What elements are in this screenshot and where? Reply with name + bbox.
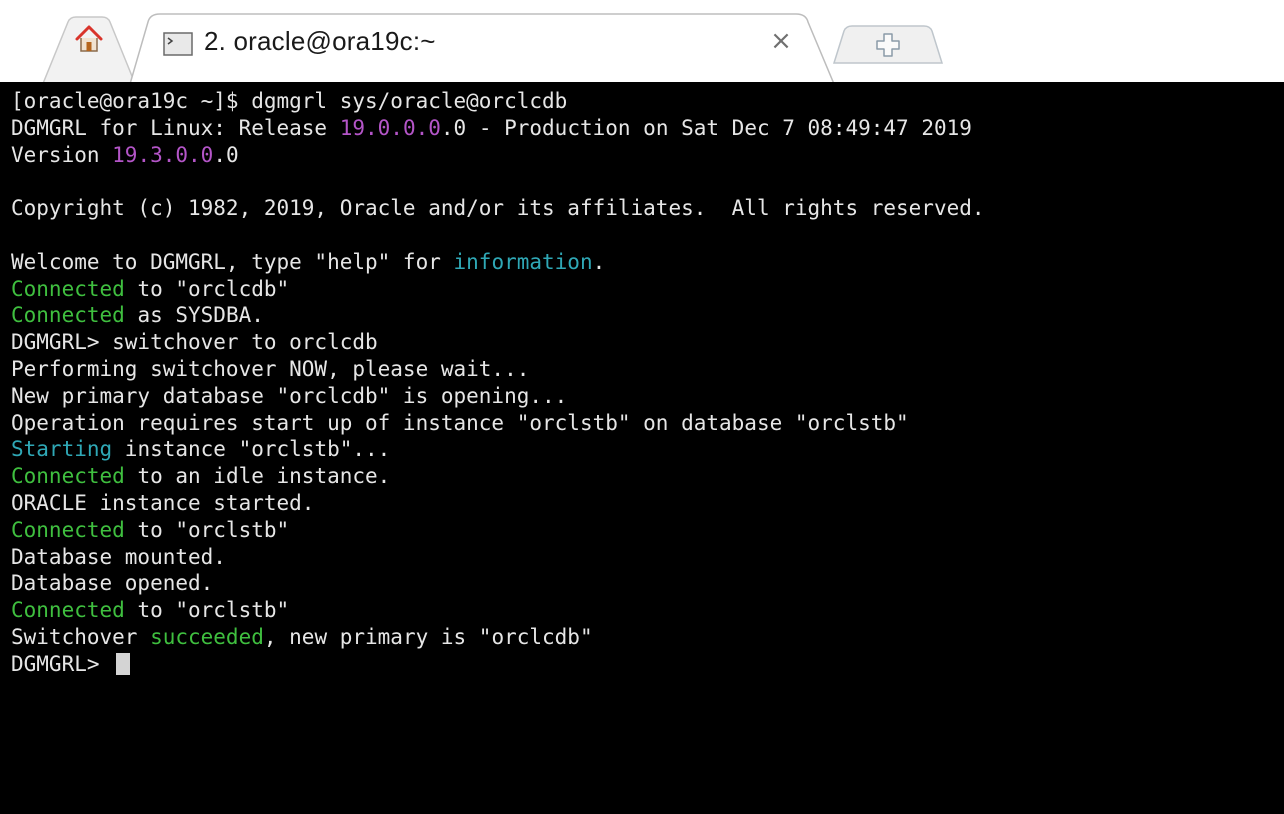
line-text: as SYSDBA. [124, 303, 264, 328]
line-text: to an idle instance. [124, 464, 391, 489]
plus-icon [876, 33, 900, 57]
highlighted-text: 19.0.0.0 [339, 115, 441, 140]
terminal-line: Starting instance "orclstb"... [11, 436, 985, 463]
highlighted-text: succeeded [150, 624, 264, 649]
highlighted-text: 19.3.0.0 [112, 142, 214, 167]
line-text: DGMGRL> switchover to orclcdb [11, 330, 378, 355]
highlighted-text: Connected [11, 303, 125, 328]
terminal-window: 2. oracle@ora19c:~ × [oracle@ora19c ~]$ … [0, 0, 1284, 814]
terminal-icon [163, 32, 193, 56]
terminal-line: Performing switchover NOW, please wait..… [11, 356, 985, 383]
terminal-line: Copyright (c) 1982, 2019, Oracle and/or … [11, 195, 985, 222]
line-text: .0 [213, 142, 239, 167]
highlighted-text: Connected [11, 517, 125, 542]
terminal-line: Version 19.3.0.0.0 [11, 142, 985, 169]
terminal-line: Operation requires start up of instance … [11, 410, 985, 437]
terminal-line: Connected to "orclstb" [11, 597, 985, 624]
line-text: Performing switchover NOW, please wait..… [11, 356, 530, 381]
line-text: New primary database "orclcdb" is openin… [11, 383, 568, 408]
line-text: to "orclstb" [124, 598, 290, 623]
tab-active[interactable]: 2. oracle@ora19c:~ × [128, 12, 838, 82]
tab-title: 2. oracle@ora19c:~ [204, 26, 436, 56]
line-text: Welcome to DGMGRL, type "help" for [11, 249, 454, 274]
line-text: [oracle@ora19c ~]$ dgmgrl sys/oracle@orc… [11, 89, 568, 113]
terminal-output[interactable]: [oracle@ora19c ~]$ dgmgrl sys/oracle@orc… [0, 82, 1284, 814]
line-text: to "orclcdb" [124, 276, 290, 301]
terminal-line: Connected to an idle instance. [11, 463, 985, 490]
line-text: Copyright (c) 1982, 2019, Oracle and/or … [11, 196, 985, 221]
line-text: instance "orclstb"... [112, 437, 391, 462]
line-text: .0 - Production on Sat Dec 7 08:49:47 20… [440, 115, 972, 140]
terminal-line: Connected as SYSDBA. [11, 302, 985, 329]
line-text: Switchover [11, 624, 151, 649]
line-text: Database mounted. [11, 544, 226, 569]
terminal-line: Switchover succeeded, new primary is "or… [11, 624, 985, 651]
terminal-line: New primary database "orclcdb" is openin… [11, 383, 985, 410]
terminal-line: Database mounted. [11, 544, 985, 571]
terminal-line: Welcome to DGMGRL, type "help" for infor… [11, 249, 985, 276]
highlighted-text: Connected [11, 464, 125, 489]
terminal-line: Connected to "orclcdb" [11, 276, 985, 303]
line-text: . [592, 249, 606, 274]
line-text: DGMGRL> [11, 651, 113, 676]
line-text: DGMGRL for Linux: Release [11, 115, 340, 140]
highlighted-text: Connected [11, 276, 125, 301]
new-tab-button[interactable] [832, 25, 944, 75]
line-text: Version [11, 142, 113, 167]
highlighted-text: Starting [11, 437, 113, 462]
terminal-line: DGMGRL for Linux: Release 19.0.0.0.0 - P… [11, 115, 985, 142]
highlighted-text: Connected [11, 598, 125, 623]
line-text: Operation requires start up of instance … [11, 410, 909, 435]
line-text: , new primary is "orclcdb" [263, 624, 593, 649]
line-text: ORACLE instance started. [11, 490, 315, 515]
terminal-line: Database opened. [11, 570, 985, 597]
tab-bar: 2. oracle@ora19c:~ × [0, 0, 1284, 82]
terminal-line: Connected to "orclstb" [11, 517, 985, 544]
close-tab-button[interactable]: × [766, 26, 796, 56]
highlighted-text: information [453, 249, 593, 274]
terminal-lines: [oracle@ora19c ~]$ dgmgrl sys/oracle@orc… [11, 88, 985, 678]
home-icon [75, 25, 103, 52]
terminal-line: DGMGRL> [11, 651, 985, 678]
terminal-cursor [116, 652, 131, 675]
tab-home[interactable] [40, 16, 138, 82]
terminal-line: [oracle@ora19c ~]$ dgmgrl sys/oracle@orc… [11, 88, 985, 115]
terminal-line: DGMGRL> switchover to orclcdb [11, 329, 985, 356]
line-text: to "orclstb" [124, 517, 290, 542]
terminal-line: ORACLE instance started. [11, 490, 985, 517]
line-text: Database opened. [11, 571, 214, 596]
